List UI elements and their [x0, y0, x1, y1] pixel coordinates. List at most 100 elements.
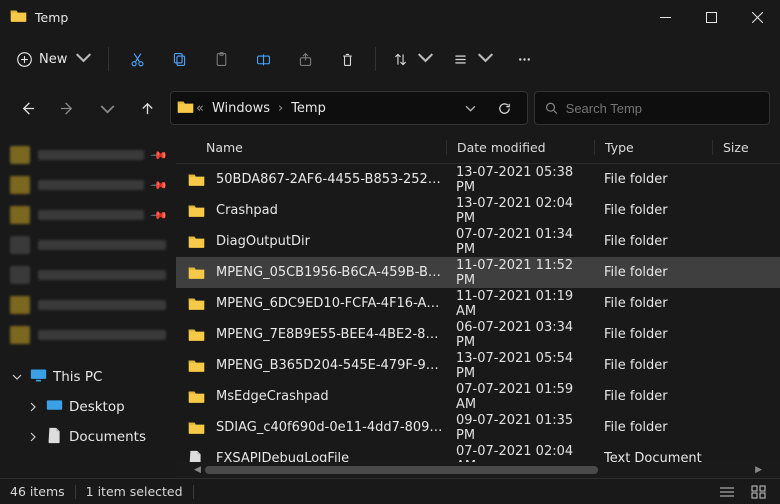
file-date: 07-07-2021 01:34 PM: [446, 227, 594, 257]
table-row[interactable]: 50BDA867-2AF6-4455-B853-252B8E41477713-0…: [176, 164, 780, 195]
horizontal-scrollbar[interactable]: ◀ ▶: [176, 462, 780, 478]
chevron-down-icon: [75, 49, 92, 70]
monitor-icon: [30, 367, 47, 388]
file-date: 13-07-2021 02:04 PM: [446, 196, 594, 226]
quick-access-item[interactable]: 📌: [4, 140, 172, 170]
column-headers: Name Date modified Type Size: [176, 132, 780, 164]
up-button[interactable]: [130, 91, 164, 125]
copy-button[interactable]: [159, 40, 199, 78]
search-input[interactable]: [566, 101, 759, 116]
sort-button[interactable]: [384, 40, 442, 78]
table-row[interactable]: MPENG_7E8B9E55-BEE4-4BE2-819D-8BEF...06-…: [176, 319, 780, 350]
paste-button[interactable]: [201, 40, 241, 78]
file-type: File folder: [594, 420, 712, 435]
quick-access-item[interactable]: 📌: [4, 200, 172, 230]
folder-icon: [188, 389, 206, 404]
column-date[interactable]: Date modified: [446, 140, 594, 155]
quick-access-item[interactable]: [4, 320, 172, 350]
column-name[interactable]: Name: [206, 140, 446, 155]
table-row[interactable]: MPENG_05CB1956-B6CA-459B-B7DC-0F...11-07…: [176, 257, 780, 288]
sidebar-label: Desktop: [69, 399, 125, 415]
scroll-right-icon[interactable]: ▶: [751, 465, 766, 475]
maximize-button[interactable]: [688, 0, 734, 34]
table-row[interactable]: MPENG_B365D204-545E-479F-927B-5E58...13-…: [176, 350, 780, 381]
sidebar-documents[interactable]: Documents: [4, 422, 172, 452]
table-row[interactable]: SDIAG_c40f690d-0e11-4dd7-809d-261c5c...0…: [176, 412, 780, 443]
file-name: MPENG_7E8B9E55-BEE4-4BE2-819D-8BEF...: [216, 327, 446, 342]
sidebar-label: This PC: [53, 369, 102, 385]
column-type[interactable]: Type: [594, 140, 712, 155]
sidebar-desktop[interactable]: Desktop: [4, 392, 172, 422]
minimize-button[interactable]: [642, 0, 688, 34]
recent-button[interactable]: [90, 91, 124, 125]
file-list-pane: Name Date modified Type Size 50BDA867-2A…: [176, 132, 780, 478]
quick-access-item[interactable]: 📌: [4, 170, 172, 200]
breadcrumb-segment[interactable]: Windows: [206, 101, 276, 116]
share-button[interactable]: [285, 40, 325, 78]
file-name: MPENG_B365D204-545E-479F-927B-5E58...: [216, 358, 446, 373]
file-date: 09-07-2021 01:35 PM: [446, 413, 594, 443]
close-button[interactable]: [734, 0, 780, 34]
table-row[interactable]: DiagOutputDir07-07-2021 01:34 PMFile fol…: [176, 226, 780, 257]
refresh-button[interactable]: [487, 101, 521, 116]
navbar: « Windows › Temp: [0, 84, 780, 132]
folder-icon: [188, 172, 206, 187]
file-type: File folder: [594, 296, 712, 311]
scissors-icon: [129, 51, 146, 68]
column-size[interactable]: Size: [712, 140, 780, 155]
file-name: MPENG_6DC9ED10-FCFA-4F16-ADAE-EA...: [216, 296, 446, 311]
file-date: 11-07-2021 11:52 PM: [446, 258, 594, 288]
folder-icon: [188, 358, 206, 373]
file-date: 06-07-2021 03:34 PM: [446, 320, 594, 350]
quick-access-item[interactable]: [4, 230, 172, 260]
toolbar: New: [0, 34, 780, 84]
quick-access-item[interactable]: [4, 290, 172, 320]
thumbnails-view-button[interactable]: [748, 483, 770, 501]
table-row[interactable]: MPENG_6DC9ED10-FCFA-4F16-ADAE-EA...11-07…: [176, 288, 780, 319]
folder-icon: [188, 327, 206, 342]
chevron-down-icon: [477, 49, 494, 70]
scroll-left-icon[interactable]: ◀: [190, 465, 205, 475]
more-icon: [516, 51, 533, 68]
desktop-icon: [46, 397, 63, 418]
share-icon: [297, 51, 314, 68]
sidebar-this-pc[interactable]: This PC: [4, 362, 172, 392]
table-row[interactable]: Crashpad13-07-2021 02:04 PMFile folder: [176, 195, 780, 226]
copy-icon: [171, 51, 188, 68]
file-name: DiagOutputDir: [216, 234, 446, 249]
file-type: Text Document: [594, 451, 712, 462]
folder-icon: [188, 420, 206, 435]
table-row[interactable]: FXSAPIDebugLogFile07-07-2021 02:04 AMTex…: [176, 443, 780, 462]
quick-access-item[interactable]: [4, 260, 172, 290]
table-row[interactable]: MsEdgeCrashpad07-07-2021 01:59 AMFile fo…: [176, 381, 780, 412]
details-view-button[interactable]: [716, 483, 738, 501]
file-type: File folder: [594, 203, 712, 218]
chevron-right-icon: [26, 402, 40, 412]
breadcrumb-overflow[interactable]: «: [194, 101, 206, 116]
new-button[interactable]: New: [8, 40, 100, 78]
file-date: 07-07-2021 01:59 AM: [446, 382, 594, 412]
window-title: Temp: [35, 10, 68, 25]
folder-icon: [10, 8, 27, 27]
scrollbar-thumb[interactable]: [205, 466, 598, 474]
search-bar[interactable]: [534, 91, 770, 125]
clipboard-icon: [213, 51, 230, 68]
pin-icon: 📌: [150, 176, 169, 195]
breadcrumb-segment[interactable]: Temp: [285, 101, 332, 116]
file-type: File folder: [594, 358, 712, 373]
back-button[interactable]: [10, 91, 44, 125]
rename-button[interactable]: [243, 40, 283, 78]
list-icon: [452, 51, 469, 68]
file-name: 50BDA867-2AF6-4455-B853-252B8E414777: [216, 172, 446, 187]
view-button[interactable]: [444, 40, 502, 78]
file-name: Crashpad: [216, 203, 446, 218]
history-dropdown[interactable]: [453, 103, 487, 114]
chevron-down-icon: [10, 372, 24, 382]
delete-button[interactable]: [327, 40, 367, 78]
more-button[interactable]: [504, 40, 544, 78]
cut-button[interactable]: [117, 40, 157, 78]
file-date: 13-07-2021 05:54 PM: [446, 351, 594, 381]
file-date: 13-07-2021 05:38 PM: [446, 165, 594, 195]
address-bar[interactable]: « Windows › Temp: [170, 91, 528, 125]
forward-button[interactable]: [50, 91, 84, 125]
